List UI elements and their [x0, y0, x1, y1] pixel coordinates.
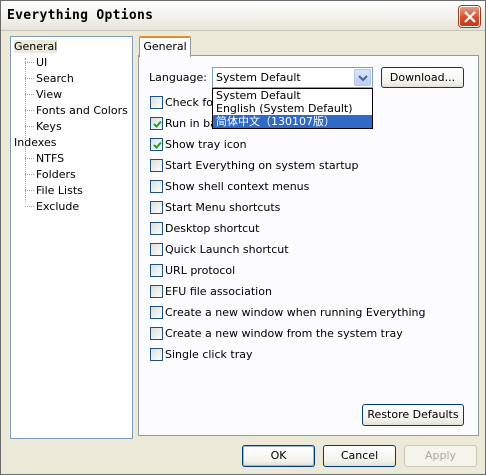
language-dropdown-list: System Default English (System Default) …: [212, 88, 373, 129]
options-window: Everything Options General UI Search Vie…: [0, 0, 486, 475]
download-button-label: Download...: [389, 71, 456, 84]
tree-item-indexes[interactable]: Indexes: [14, 135, 56, 150]
language-dropdown-button[interactable]: [354, 69, 371, 86]
tree-branch: [25, 190, 34, 191]
tree-item-keys[interactable]: Keys: [36, 119, 62, 134]
checkbox-label: Start Everything on system startup: [165, 159, 359, 172]
download-button[interactable]: Download...: [381, 67, 464, 88]
tree-item-view[interactable]: View: [36, 87, 62, 102]
language-option-highlighted[interactable]: 简体中文（130107版）: [213, 115, 372, 128]
language-option[interactable]: System Default: [213, 89, 372, 102]
checkbox[interactable]: [150, 306, 163, 319]
checkbox[interactable]: [150, 222, 163, 235]
tab-label: General: [143, 40, 187, 53]
restore-defaults-button[interactable]: Restore Defaults: [362, 404, 464, 426]
tree-branch: [25, 78, 34, 79]
tree-branch: [25, 126, 34, 127]
checkbox-label: URL protocol: [165, 264, 236, 277]
tree-item-label: NTFS: [36, 152, 65, 165]
language-label: Language:: [149, 71, 207, 84]
apply-button-label: Apply: [424, 449, 457, 462]
checkbox-label: Create a new window when running Everyth…: [165, 306, 426, 319]
checkbox[interactable]: [150, 264, 163, 277]
checkbox-label: Desktop shortcut: [165, 222, 260, 235]
ok-button-label: OK: [270, 449, 287, 462]
window-title: Everything Options: [7, 8, 154, 23]
tree-item-fonts-and-colors[interactable]: Fonts and Colors: [36, 103, 128, 118]
close-icon: [464, 11, 476, 23]
checkbox[interactable]: [150, 201, 163, 214]
tree-item-exclude[interactable]: Exclude: [36, 199, 79, 214]
tree-item-general[interactable]: General: [14, 39, 58, 54]
checkbox-label: Create a new window from the system tray: [165, 327, 403, 340]
checkbox-label: Show shell context menus: [165, 180, 310, 193]
tree-branch: [25, 94, 34, 95]
tree-item-ntfs[interactable]: NTFS: [36, 151, 64, 166]
check-icon: [153, 141, 162, 149]
checkbox[interactable]: [150, 348, 163, 361]
checkbox[interactable]: [150, 96, 163, 109]
language-option[interactable]: English (System Default): [213, 102, 372, 115]
language-option-label: System Default: [216, 89, 301, 102]
checkbox[interactable]: [150, 180, 163, 193]
apply-button[interactable]: Apply: [404, 445, 477, 467]
checkbox[interactable]: [150, 117, 163, 130]
tree-branch: [25, 206, 34, 207]
tree-item-ui[interactable]: UI: [36, 55, 47, 70]
language-option-label: 简体中文（130107版）: [216, 115, 335, 128]
close-button[interactable]: [459, 6, 480, 27]
checkbox[interactable]: [150, 138, 163, 151]
tab-general[interactable]: General: [139, 36, 191, 57]
checkbox[interactable]: [150, 327, 163, 340]
ok-button[interactable]: OK: [242, 445, 315, 467]
tree-item-label: Fonts and Colors: [36, 104, 128, 117]
tree-item-label: Keys: [36, 120, 62, 133]
tree-item-label: Indexes: [14, 136, 57, 149]
tree-branch: [25, 158, 34, 159]
restore-defaults-label: Restore Defaults: [367, 408, 459, 421]
language-value: System Default: [216, 71, 301, 84]
tree-item-label: Exclude: [36, 200, 80, 213]
cancel-button-label: Cancel: [340, 449, 379, 462]
chevron-down-icon: [358, 75, 368, 82]
checkbox[interactable]: [150, 243, 163, 256]
language-select[interactable]: System Default: [212, 67, 373, 88]
tree-item-folders[interactable]: Folders: [36, 167, 76, 182]
language-option-label: English (System Default): [216, 102, 353, 115]
tree-branch: [25, 62, 34, 63]
cancel-button[interactable]: Cancel: [323, 445, 396, 467]
tree-connector: [25, 58, 26, 202]
tree-item-search[interactable]: Search: [36, 71, 74, 86]
checkbox[interactable]: [150, 159, 163, 172]
tree-item-label: View: [36, 88, 63, 101]
tree-branch: [25, 174, 34, 175]
check-icon: [153, 120, 162, 128]
tree-branch: [25, 110, 34, 111]
options-tree[interactable]: General UI Search View Fonts and Colors …: [10, 36, 133, 439]
checkbox-label: Single click tray: [165, 348, 253, 361]
tree-item-label: Folders: [36, 168, 76, 181]
checkbox[interactable]: [150, 285, 163, 298]
tree-item-label: File Lists: [36, 184, 83, 197]
checkbox-label: EFU file association: [165, 285, 272, 298]
tree-item-file-lists[interactable]: File Lists: [36, 183, 83, 198]
checkbox-label: Show tray icon: [165, 138, 247, 151]
tree-item-label: General: [14, 40, 58, 53]
checkbox-label: Start Menu shortcuts: [165, 201, 281, 214]
tree-item-label: Search: [36, 72, 74, 85]
tree-item-label: UI: [36, 56, 48, 69]
checkbox-label: Quick Launch shortcut: [165, 243, 289, 256]
title-bar[interactable]: Everything Options: [1, 1, 485, 31]
